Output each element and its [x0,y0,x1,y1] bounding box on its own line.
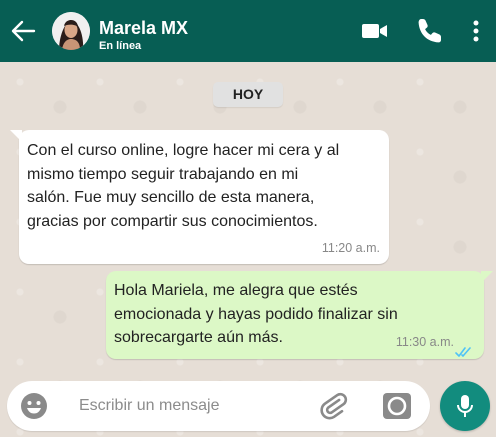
contact-name[interactable]: Marela MX [99,18,188,39]
phone-icon[interactable] [415,16,445,46]
message-line: mismo tiempo seguir trabajando en mi [27,165,299,183]
video-camera-icon[interactable] [360,16,390,46]
incoming-message[interactable]: Con el curso online, logre hacer mi cera… [10,130,389,264]
microphone-icon[interactable] [440,381,490,431]
outgoing-message[interactable]: Hola Mariela, me alegra que estés emocio… [106,271,493,359]
message-time: 11:30 a.m. [395,334,454,349]
paperclip-icon[interactable] [317,390,349,422]
message-line: emocionada y hayas podido finalizar sin [114,305,398,323]
message-line: Con el curso online, logre hacer mi cera… [27,142,340,159]
avatar[interactable] [52,12,90,50]
double-check-icon [455,342,472,357]
message-line: Hola Mariela, me alegra que estés [114,282,358,299]
chat-header: Marela MX En línea [0,0,496,62]
message-line: gracias por compartir sus conocimientos. [27,212,318,230]
date-divider: HOY [213,82,283,107]
message-input[interactable] [79,393,279,419]
emoji-face-icon[interactable] [19,391,49,421]
contact-status: En línea [99,40,142,52]
camera-icon[interactable] [381,390,413,422]
message-composer [7,381,430,431]
message-line: salón. Fue muy sencillo de esta manera, [27,189,315,206]
more-vertical-icon[interactable] [462,16,490,46]
message-time: 11:20 a.m. [321,240,380,255]
arrow-left-icon[interactable] [8,16,38,46]
